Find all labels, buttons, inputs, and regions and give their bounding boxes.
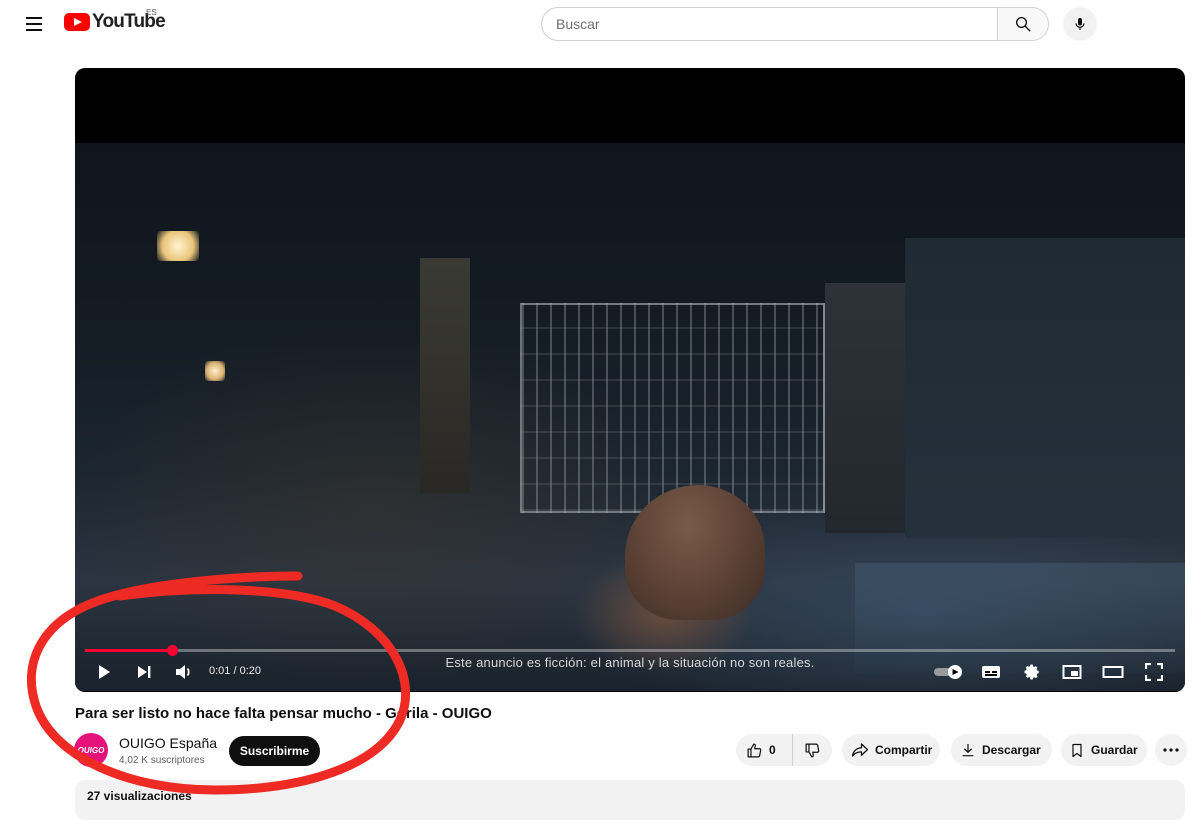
- like-count: 0: [769, 743, 776, 757]
- share-button[interactable]: Compartir: [842, 734, 940, 766]
- voice-search-button[interactable]: [1063, 7, 1097, 41]
- video-player[interactable]: Este anuncio es ficción: el animal y la …: [75, 68, 1185, 692]
- fullscreen-button[interactable]: [1143, 662, 1165, 682]
- video-gorilla: [625, 485, 765, 620]
- microphone-icon: [1075, 18, 1085, 30]
- play-icon: [99, 665, 110, 679]
- video-title: Para ser listo no hace falta pensar much…: [75, 705, 492, 722]
- channel-name[interactable]: OUIGO España: [119, 735, 217, 751]
- subscribe-button[interactable]: Suscribirme: [229, 736, 320, 766]
- subtitles-button[interactable]: [980, 662, 1002, 682]
- volume-icon: [176, 665, 190, 679]
- channel-avatar[interactable]: OUIGO: [74, 733, 108, 767]
- avatar-logo-text: OUIGO: [77, 745, 105, 755]
- youtube-logo[interactable]: YouTube ES: [64, 8, 166, 33]
- volume-button[interactable]: [173, 662, 195, 682]
- next-icon: [138, 666, 151, 678]
- video-frame: Este anuncio es ficción: el animal y la …: [75, 143, 1185, 691]
- search-icon: [1015, 16, 1031, 32]
- thumbs-up-icon: [747, 743, 762, 757]
- video-pillar-right: [825, 283, 905, 533]
- save-label: Guardar: [1091, 743, 1138, 757]
- time-total: 0:20: [239, 665, 262, 677]
- theater-mode-button[interactable]: [1102, 662, 1124, 682]
- save-button[interactable]: Guardar: [1061, 734, 1147, 766]
- download-icon: [962, 744, 974, 757]
- share-label: Compartir: [875, 743, 933, 757]
- share-icon: [851, 743, 869, 757]
- fullscreen-icon: [1145, 663, 1163, 681]
- subtitles-icon: [982, 666, 1000, 678]
- dislike-button[interactable]: [792, 734, 832, 766]
- autoplay-toggle[interactable]: [933, 662, 965, 682]
- download-button[interactable]: Descargar: [951, 734, 1052, 766]
- video-building: [905, 238, 1185, 538]
- like-dislike-group: 0: [736, 734, 832, 766]
- search-bar: [541, 7, 1049, 41]
- autoplay-icon: [934, 665, 962, 679]
- subscriber-count: 4,02 K suscriptores: [119, 755, 205, 766]
- search-button[interactable]: [997, 7, 1049, 41]
- progress-played: [85, 649, 173, 652]
- bookmark-icon: [1072, 743, 1082, 757]
- settings-button[interactable]: [1021, 662, 1043, 682]
- masthead: YouTube ES: [0, 0, 1200, 46]
- description-box[interactable]: 27 visualizaciones: [75, 780, 1185, 820]
- time-separator: /: [230, 665, 240, 677]
- video-gate: [520, 303, 825, 513]
- miniplayer-button[interactable]: [1061, 662, 1083, 682]
- like-button[interactable]: 0: [736, 734, 792, 766]
- time-current: 0:01: [209, 665, 231, 677]
- progress-bar[interactable]: [85, 645, 1175, 656]
- play-button[interactable]: [93, 662, 115, 682]
- thumbs-down-icon: [805, 743, 820, 757]
- time-display: 0:01 / 0:20: [209, 665, 261, 677]
- search-input[interactable]: [541, 7, 997, 41]
- video-pillar-left: [420, 258, 470, 493]
- menu-icon[interactable]: [22, 12, 46, 36]
- video-street-lamp: [157, 231, 199, 261]
- gear-icon: [1024, 664, 1039, 680]
- more-actions-button[interactable]: [1155, 734, 1187, 766]
- download-label: Descargar: [982, 743, 1041, 757]
- youtube-play-icon: [64, 13, 90, 31]
- next-button[interactable]: [133, 662, 155, 682]
- region-code: ES: [146, 8, 157, 17]
- view-count: 27 visualizaciones: [87, 789, 192, 803]
- theater-icon: [1102, 666, 1124, 678]
- more-horizontal-icon: [1163, 748, 1179, 752]
- miniplayer-icon: [1062, 665, 1082, 679]
- video-street-lamp-far: [205, 361, 225, 381]
